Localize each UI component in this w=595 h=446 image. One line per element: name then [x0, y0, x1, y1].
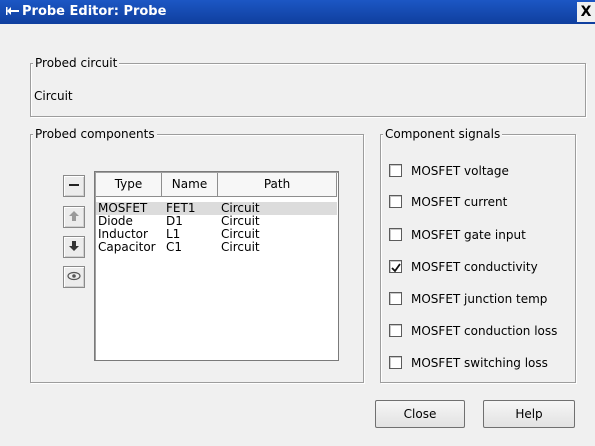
- minus-icon: [68, 179, 80, 194]
- close-window-button[interactable]: X: [577, 2, 595, 22]
- checkbox-label[interactable]: MOSFET voltage: [411, 163, 509, 179]
- eye-icon: [67, 270, 81, 284]
- arrow-down-icon: [68, 240, 80, 255]
- help-button[interactable]: Help: [483, 400, 575, 428]
- components-table[interactable]: Type Name Path MOSFET FET1 Circuit Diode…: [94, 171, 339, 361]
- title-bar[interactable]: Probe Editor: Probe X: [0, 0, 595, 24]
- checkbox-box[interactable]: [389, 356, 402, 369]
- checkbox-box[interactable]: [389, 195, 402, 208]
- cell-name: C1: [166, 240, 183, 254]
- cell-type: Capacitor: [98, 240, 156, 254]
- checkbox-label[interactable]: MOSFET current: [411, 194, 507, 210]
- checkbox-label[interactable]: MOSFET conductivity: [411, 259, 538, 275]
- checkbox-box[interactable]: [389, 260, 402, 273]
- window-title: Probe Editor: Probe: [22, 4, 167, 19]
- column-header-type[interactable]: Type: [96, 173, 162, 197]
- close-button[interactable]: Close: [375, 400, 465, 428]
- checkbox-box[interactable]: [389, 164, 402, 177]
- probe-icon: [4, 3, 22, 21]
- checkbox-box[interactable]: [389, 228, 402, 241]
- checkbox-box[interactable]: [389, 292, 402, 305]
- arrow-up-icon: [68, 210, 80, 225]
- probed-circuit-value: Circuit: [34, 89, 73, 103]
- probed-circuit-group: Probed circuit: [30, 56, 586, 117]
- probed-components-legend: Probed components: [33, 127, 157, 141]
- checkmark-icon: [391, 262, 401, 276]
- checkbox-label[interactable]: MOSFET conduction loss: [411, 323, 557, 339]
- checkbox-label[interactable]: MOSFET switching loss: [411, 355, 548, 371]
- cell-path: Circuit: [221, 240, 260, 254]
- move-down-button[interactable]: [63, 236, 85, 258]
- column-header-name[interactable]: Name: [162, 173, 218, 197]
- view-button[interactable]: [63, 266, 85, 288]
- move-up-button[interactable]: [63, 206, 85, 228]
- probed-circuit-legend: Probed circuit: [33, 56, 120, 70]
- table-row[interactable]: Capacitor C1 Circuit: [96, 241, 337, 254]
- checkbox-label[interactable]: MOSFET gate input: [411, 227, 526, 243]
- checkbox-label[interactable]: MOSFET junction temp: [411, 291, 547, 307]
- remove-button[interactable]: [63, 175, 85, 197]
- component-signals-legend: Component signals: [383, 127, 503, 141]
- checkbox-box[interactable]: [389, 324, 402, 337]
- column-header-path[interactable]: Path: [218, 173, 337, 197]
